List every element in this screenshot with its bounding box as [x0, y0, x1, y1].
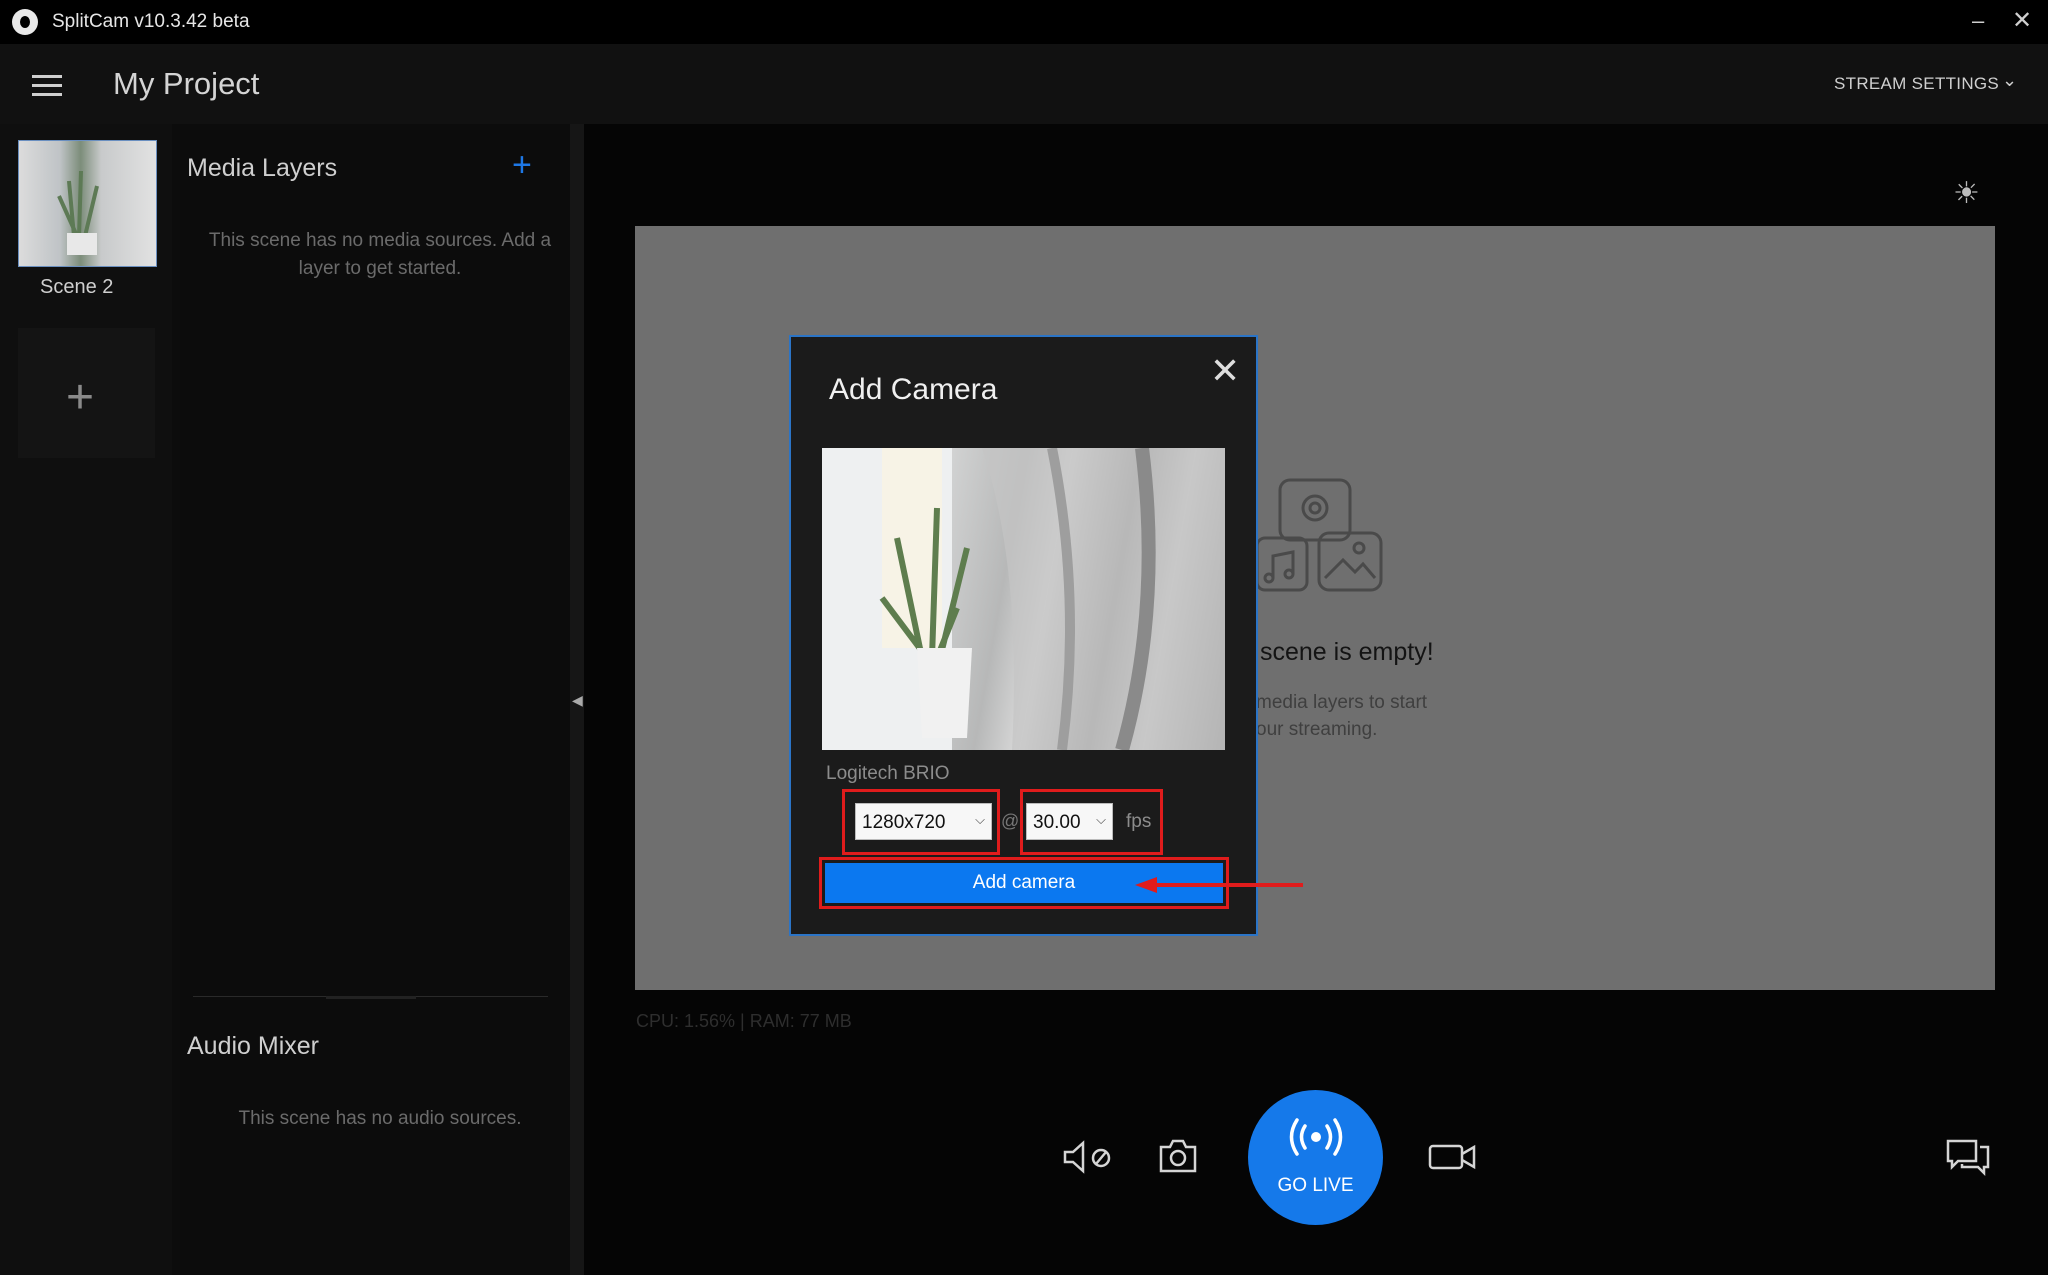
video-camera-icon[interactable]	[1428, 1142, 1476, 1172]
resolution-value: 1280x720	[862, 812, 946, 833]
media-layers-panel	[172, 124, 572, 1275]
scene-label: Scene 2	[40, 276, 114, 298]
media-layers-title: Media Layers	[187, 154, 338, 182]
broadcast-icon[interactable]	[1285, 1118, 1347, 1158]
fps-select[interactable]: 30.00 ⌵	[1026, 803, 1113, 840]
camera-snapshot-icon[interactable]	[1158, 1138, 1198, 1174]
fps-unit-label: fps	[1126, 811, 1152, 832]
resize-handle[interactable]	[326, 996, 416, 999]
close-icon[interactable]: ✕	[1210, 350, 1240, 392]
plus-icon[interactable]: +	[66, 370, 94, 425]
app-logo-icon	[12, 9, 38, 35]
cpu-ram-status: CPU: 1.56% | RAM: 77 MB	[636, 1011, 852, 1031]
empty-desc-line-2: our streaming.	[1256, 719, 1378, 740]
app-header	[0, 44, 2048, 124]
media-layers-empty-text: This scene has no media sources. Add a l…	[208, 230, 552, 279]
chat-icon[interactable]	[1946, 1137, 1990, 1177]
annotation-arrow-icon	[1135, 877, 1303, 893]
project-title[interactable]: My Project	[113, 66, 259, 102]
empty-desc-line-1: media layers to start	[1256, 692, 1428, 713]
chevron-down-icon: ⌵	[1096, 812, 1106, 827]
dialog-title: Add Camera	[829, 373, 998, 406]
menu-icon[interactable]	[32, 75, 62, 97]
app-title: SplitCam v10.3.42 beta	[52, 11, 250, 32]
camera-device-name: Logitech BRIO	[826, 763, 950, 784]
empty-scene-description: media layers to start our streaming.	[1256, 689, 1427, 743]
audio-mixer-title: Audio Mixer	[187, 1032, 319, 1060]
empty-scene-title: scene is empty!	[1260, 638, 1434, 666]
speaker-mute-icon[interactable]	[1063, 1140, 1113, 1174]
audio-mixer-empty-text: This scene has no audio sources.	[238, 1108, 522, 1129]
stream-settings-button[interactable]: STREAM SETTINGS	[1834, 74, 1999, 94]
fps-value: 30.00	[1033, 812, 1081, 833]
window-close-button[interactable]: ✕	[2012, 6, 2032, 35]
minimize-button[interactable]: –	[1972, 8, 1984, 34]
title-bar	[0, 0, 2048, 44]
scene-thumbnail[interactable]	[18, 140, 157, 267]
chevron-down-icon: ⌵	[975, 812, 985, 827]
collapse-arrow-icon[interactable]: ◀	[572, 692, 583, 709]
chevron-down-icon[interactable]: ⌄	[2002, 70, 2017, 91]
at-sign: @	[1001, 811, 1020, 831]
resolution-select[interactable]: 1280x720 ⌵	[855, 803, 992, 840]
add-layer-button[interactable]: +	[512, 146, 532, 185]
go-live-label[interactable]: GO LIVE	[1248, 1175, 1383, 1197]
empty-scene-icon	[1255, 478, 1383, 592]
camera-preview-image	[822, 448, 1225, 750]
brightness-icon[interactable]: ☀	[1953, 176, 1980, 211]
